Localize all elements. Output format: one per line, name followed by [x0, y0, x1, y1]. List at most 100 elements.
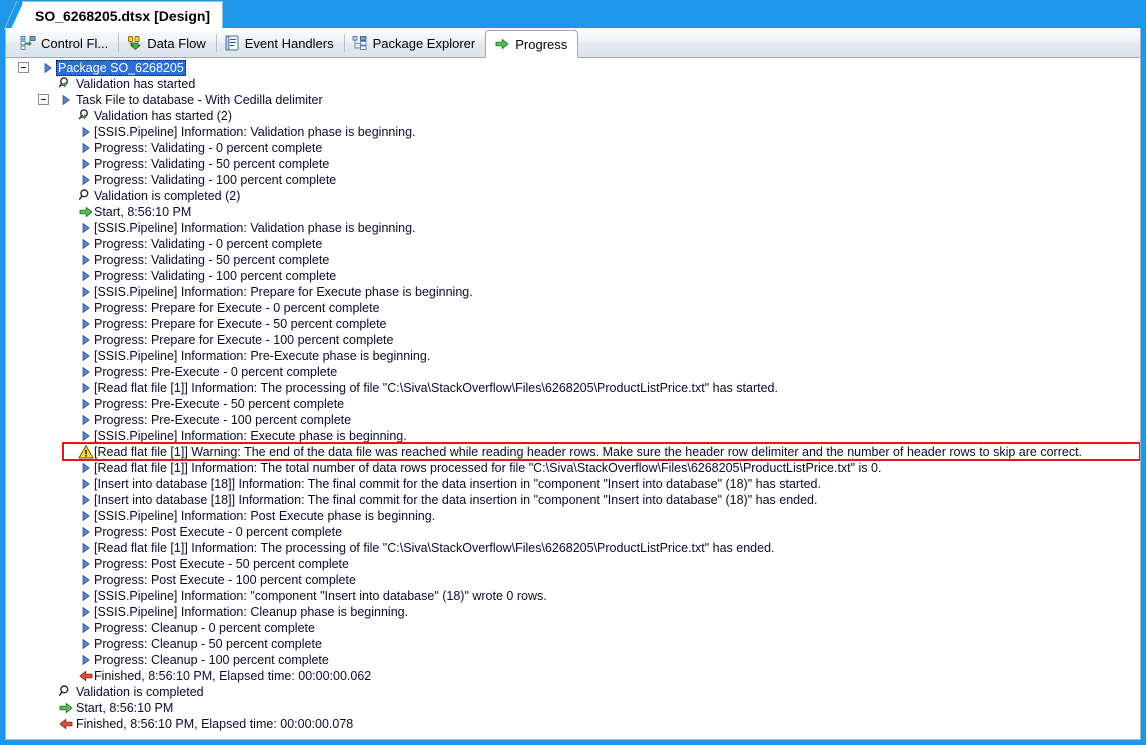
- start-green-arrow-icon: [58, 700, 74, 716]
- tree-row[interactable]: Progress: Validating - 0 percent complet…: [6, 236, 1140, 252]
- warning-triangle-icon: [78, 444, 94, 460]
- blue-triangle-icon: [78, 284, 94, 300]
- ssis-designer-window: SO_6268205.dtsx [Design] Control Fl... Da…: [0, 0, 1146, 745]
- tree-row[interactable]: Package SO_6268205: [6, 60, 1140, 76]
- tree-row-label: Progress: Prepare for Execute - 100 perc…: [94, 333, 394, 347]
- designer-tab-progress[interactable]: Progress: [485, 30, 579, 58]
- blue-triangle-icon: [78, 252, 94, 268]
- tree-row[interactable]: [Read flat file [1]] Warning: The end of…: [6, 444, 1140, 460]
- tree-row-label: Progress: Pre-Execute - 50 percent compl…: [94, 397, 345, 411]
- tree-row[interactable]: Progress: Post Execute - 0 percent compl…: [6, 524, 1140, 540]
- tree-row[interactable]: Progress: Post Execute - 100 percent com…: [6, 572, 1140, 588]
- document-tab-so-6268205[interactable]: SO_6268205.dtsx [Design]: [10, 1, 224, 29]
- designer-tab-label: Data Flow: [147, 35, 206, 51]
- designer-tab-data-flow[interactable]: Data Flow: [118, 29, 216, 57]
- designer-tab-event-handlers[interactable]: Event Handlers: [215, 29, 344, 57]
- tree-row[interactable]: Progress: Pre-Execute - 100 percent comp…: [6, 412, 1140, 428]
- tree-row[interactable]: Progress: Validating - 50 percent comple…: [6, 252, 1140, 268]
- tree-row[interactable]: Progress: Post Execute - 50 percent comp…: [6, 556, 1140, 572]
- tree-row[interactable]: [SSIS.Pipeline] Information: Pre-Execute…: [6, 348, 1140, 364]
- tree-row[interactable]: [Read flat file [1]] Information: The pr…: [6, 380, 1140, 396]
- blue-triangle-icon: [78, 412, 94, 428]
- tree-row-label: Progress: Pre-Execute - 0 percent comple…: [94, 365, 338, 379]
- tree-row-label: Progress: Prepare for Execute - 50 perce…: [94, 317, 387, 331]
- designer-tab-label: Progress: [515, 36, 568, 52]
- tree-row-label: [Read flat file [1]] Information: The to…: [94, 461, 882, 475]
- tree-row-label: Progress: Cleanup - 50 percent complete: [94, 637, 322, 651]
- progress-arrow-icon: [494, 36, 510, 52]
- tree-row[interactable]: Progress: Validating - 100 percent compl…: [6, 172, 1140, 188]
- tree-row-label: [SSIS.Pipeline] Information: Prepare for…: [94, 285, 473, 299]
- blue-triangle-icon: [78, 620, 94, 636]
- progress-tree[interactable]: Package SO_6268205 Validation has started…: [6, 58, 1140, 739]
- tree-row[interactable]: [SSIS.Pipeline] Information: Prepare for…: [6, 284, 1140, 300]
- tree-row[interactable]: Validation has started: [6, 76, 1140, 92]
- tree-row-label: Progress: Validating - 50 percent comple…: [94, 157, 330, 171]
- blue-triangle-icon: [40, 60, 56, 76]
- finished-red-arrow-icon: [58, 716, 74, 732]
- tree-row-label: Package SO_6268205: [56, 60, 186, 76]
- tree-row[interactable]: Validation has started (2): [6, 108, 1140, 124]
- validation-completed-icon: [58, 684, 74, 700]
- tree-row[interactable]: Finished, 8:56:10 PM, Elapsed time: 00:0…: [6, 668, 1140, 684]
- control-flow-icon: [20, 35, 36, 51]
- tree-row[interactable]: Progress: Cleanup - 100 percent complete: [6, 652, 1140, 668]
- tree-row[interactable]: Start, 8:56:10 PM: [6, 700, 1140, 716]
- tree-row-label: Progress: Post Execute - 100 percent com…: [94, 573, 356, 587]
- tree-row[interactable]: Start, 8:56:10 PM: [6, 204, 1140, 220]
- tree-row[interactable]: Progress: Validating - 100 percent compl…: [6, 268, 1140, 284]
- tree-row-label: Validation is completed: [76, 685, 204, 699]
- blue-triangle-icon: [78, 268, 94, 284]
- tree-row[interactable]: Progress: Pre-Execute - 0 percent comple…: [6, 364, 1140, 380]
- tree-row[interactable]: [SSIS.Pipeline] Information: Post Execut…: [6, 508, 1140, 524]
- tree-row[interactable]: [Insert into database [18]] Information:…: [6, 492, 1140, 508]
- tree-row[interactable]: [Read flat file [1]] Information: The to…: [6, 460, 1140, 476]
- tree-row-label: Progress: Cleanup - 0 percent complete: [94, 621, 315, 635]
- designer-tab-label: Event Handlers: [244, 35, 334, 51]
- tree-row[interactable]: Progress: Cleanup - 50 percent complete: [6, 636, 1140, 652]
- event-handlers-icon: [224, 35, 240, 51]
- blue-triangle-icon: [78, 588, 94, 604]
- blue-triangle-icon: [78, 236, 94, 252]
- tree-row[interactable]: Progress: Prepare for Execute - 0 percen…: [6, 300, 1140, 316]
- tree-row-label: [Read flat file [1]] Information: The pr…: [94, 541, 775, 555]
- tree-row[interactable]: Progress: Pre-Execute - 50 percent compl…: [6, 396, 1140, 412]
- tree-row[interactable]: Progress: Cleanup - 0 percent complete: [6, 620, 1140, 636]
- tree-row-label: Progress: Validating - 50 percent comple…: [94, 253, 330, 267]
- tree-row[interactable]: Progress: Prepare for Execute - 50 perce…: [6, 316, 1140, 332]
- validation-completed-icon: [78, 188, 94, 204]
- blue-triangle-icon: [78, 524, 94, 540]
- tree-row[interactable]: [SSIS.Pipeline] Information: Validation …: [6, 220, 1140, 236]
- tree-expander-collapse-icon[interactable]: [38, 94, 49, 105]
- tree-expander-collapse-icon[interactable]: [18, 62, 29, 73]
- blue-triangle-icon: [78, 172, 94, 188]
- blue-triangle-icon: [78, 508, 94, 524]
- tree-row-label: Validation has started: [76, 77, 196, 91]
- data-flow-icon: [126, 35, 142, 51]
- designer-tab-package-explorer[interactable]: Package Explorer: [343, 29, 486, 57]
- tree-row-label: [SSIS.Pipeline] Information: Post Execut…: [94, 509, 436, 523]
- tree-row-label: Start, 8:56:10 PM: [94, 205, 192, 219]
- tree-row-label: Finished, 8:56:10 PM, Elapsed time: 00:0…: [76, 717, 354, 731]
- tree-row[interactable]: Progress: Prepare for Execute - 100 perc…: [6, 332, 1140, 348]
- tree-row[interactable]: [SSIS.Pipeline] Information: Cleanup pha…: [6, 604, 1140, 620]
- tree-row[interactable]: Validation is completed: [6, 684, 1140, 700]
- tree-row[interactable]: Validation is completed (2): [6, 188, 1140, 204]
- tree-row[interactable]: [Insert into database [18]] Information:…: [6, 476, 1140, 492]
- tree-row[interactable]: [SSIS.Pipeline] Information: "component …: [6, 588, 1140, 604]
- tree-row[interactable]: Progress: Validating - 0 percent complet…: [6, 140, 1140, 156]
- tree-row[interactable]: [Read flat file [1]] Information: The pr…: [6, 540, 1140, 556]
- blue-triangle-icon: [78, 332, 94, 348]
- tree-row[interactable]: Finished, 8:56:10 PM, Elapsed time: 00:0…: [6, 716, 1140, 732]
- tree-row-label: [SSIS.Pipeline] Information: "component …: [94, 589, 547, 603]
- designer-tab-control-fl[interactable]: Control Fl...: [12, 29, 118, 57]
- tree-row-label: Progress: Post Execute - 0 percent compl…: [94, 525, 343, 539]
- tree-row-label: [SSIS.Pipeline] Information: Execute pha…: [94, 429, 407, 443]
- tree-row-label: [Read flat file [1]] Warning: The end of…: [94, 445, 1083, 459]
- tree-row[interactable]: Progress: Validating - 50 percent comple…: [6, 156, 1140, 172]
- tree-row[interactable]: [SSIS.Pipeline] Information: Execute pha…: [6, 428, 1140, 444]
- validation-started-icon: [78, 108, 94, 124]
- tree-row[interactable]: [SSIS.Pipeline] Information: Validation …: [6, 124, 1140, 140]
- tree-row[interactable]: Task File to database - With Cedilla del…: [6, 92, 1140, 108]
- tree-row-label: Progress: Post Execute - 50 percent comp…: [94, 557, 349, 571]
